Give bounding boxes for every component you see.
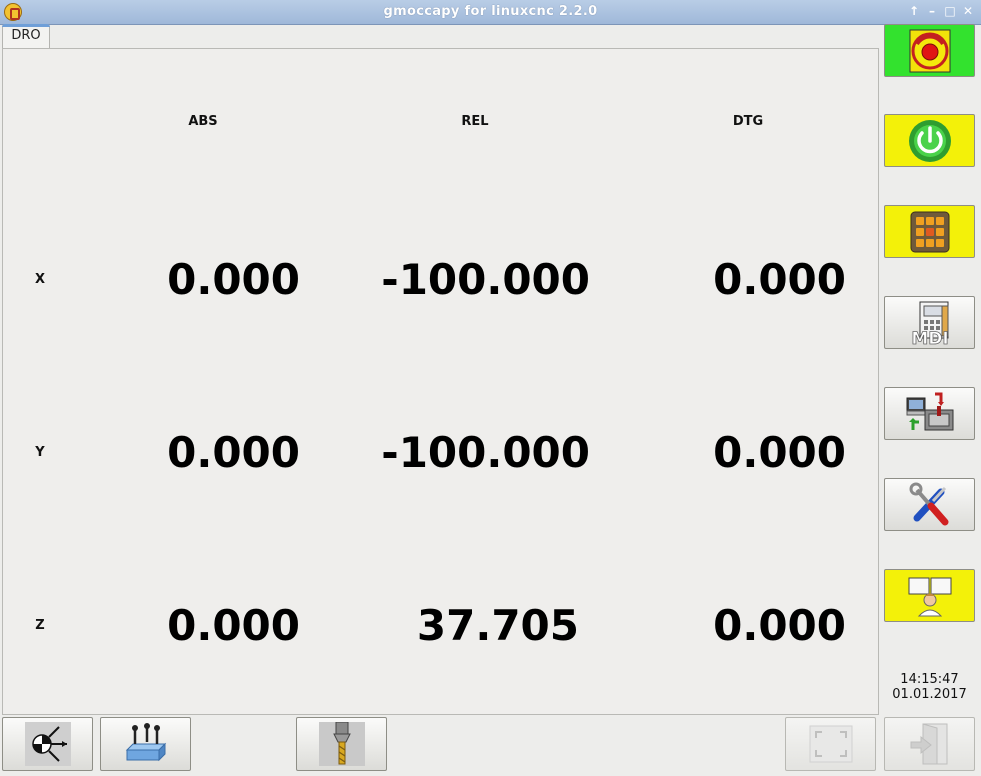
fullscreen-icon (809, 725, 852, 763)
dro-x-dtg[interactable]: 0.000 (546, 255, 846, 305)
tool-button[interactable] (296, 717, 387, 771)
tab-dro[interactable]: DRO (2, 24, 50, 48)
ref-all-button[interactable] (100, 717, 191, 771)
dro-y-abs[interactable]: 0.000 (0, 428, 300, 478)
window-controls: ↑ – □ ✕ (907, 3, 975, 19)
dro-z-abs[interactable]: 0.000 (0, 601, 300, 651)
column-header-rel: REL (461, 114, 489, 129)
fullscreen-button[interactable] (785, 717, 876, 771)
user-icon (908, 577, 951, 616)
manual-mode-button[interactable] (884, 205, 975, 258)
dro-z-dtg[interactable]: 0.000 (546, 601, 846, 651)
settings-button[interactable] (884, 478, 975, 531)
column-header-dtg: DTG (732, 114, 764, 129)
jog-arrows-icon (910, 211, 949, 252)
machine-power-button[interactable] (884, 114, 975, 167)
machine-auto-icon (906, 392, 953, 430)
window-title: gmoccapy for linuxcnc 2.2.0 (383, 4, 598, 19)
touch-off-button[interactable] (2, 717, 93, 771)
dro-x-rel[interactable]: -100.000 (290, 255, 590, 305)
dro-y-rel[interactable]: -100.000 (290, 428, 590, 478)
dro-z-rel[interactable]: 37.705 (279, 601, 579, 651)
minimize-icon[interactable]: – (925, 3, 939, 19)
exit-door-icon (910, 723, 947, 765)
user-tabs-button[interactable] (884, 569, 975, 622)
mdi-mode-button[interactable]: MDI (884, 296, 975, 349)
work-piece-icon (125, 723, 166, 762)
title-bar: gmoccapy for linuxcnc 2.2.0 ↑ – □ ✕ (0, 0, 981, 25)
emergency-stop-icon (909, 29, 950, 72)
coordinate-origin-icon (24, 722, 71, 766)
column-header-abs: ABS (188, 114, 218, 129)
auto-mode-button[interactable] (884, 387, 975, 440)
close-icon[interactable]: ✕ (961, 3, 975, 19)
maximize-icon[interactable]: □ (943, 3, 957, 19)
mdi-icon: MDI (910, 301, 949, 346)
clock-time: 14:15:47 (900, 672, 959, 687)
dro-x-abs[interactable]: 0.000 (0, 255, 300, 305)
clock-date: 01.01.2017 (892, 687, 967, 702)
svg-text:MDI: MDI (911, 329, 948, 346)
drill-icon (318, 722, 365, 766)
exit-button[interactable] (884, 717, 975, 771)
tools-icon (909, 482, 948, 525)
dro-y-dtg[interactable]: 0.000 (546, 428, 846, 478)
emergency-stop-button[interactable] (884, 24, 975, 77)
keep-above-icon[interactable]: ↑ (907, 3, 921, 19)
power-icon (908, 119, 951, 162)
